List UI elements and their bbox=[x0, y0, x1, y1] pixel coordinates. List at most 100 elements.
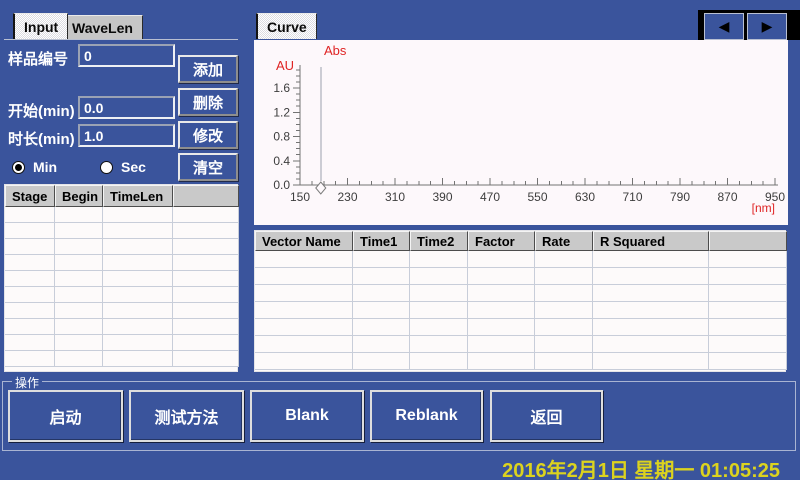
table-cell[interactable] bbox=[55, 335, 103, 351]
test-method-button[interactable]: 测试方法 bbox=[129, 390, 244, 442]
table-cell[interactable] bbox=[5, 239, 55, 255]
table-row[interactable] bbox=[5, 319, 237, 335]
table-cell[interactable] bbox=[410, 268, 468, 285]
table-cell[interactable] bbox=[103, 303, 173, 319]
begin-input[interactable] bbox=[78, 96, 175, 119]
table-cell[interactable] bbox=[593, 268, 709, 285]
table-cell[interactable] bbox=[593, 353, 709, 370]
table-cell[interactable] bbox=[353, 302, 410, 319]
table-cell[interactable] bbox=[5, 303, 55, 319]
table-cell[interactable] bbox=[593, 285, 709, 302]
table-cell[interactable] bbox=[353, 319, 410, 336]
table-cell[interactable] bbox=[410, 336, 468, 353]
table-cell[interactable] bbox=[103, 335, 173, 351]
table-cell[interactable] bbox=[103, 287, 173, 303]
table-cell[interactable] bbox=[55, 255, 103, 271]
table-cell[interactable] bbox=[55, 207, 103, 223]
tab-curve[interactable]: Curve bbox=[256, 13, 317, 39]
reblank-button[interactable]: Reblank bbox=[370, 390, 483, 442]
table-cell[interactable] bbox=[468, 319, 535, 336]
duration-input[interactable] bbox=[78, 124, 175, 147]
table-cell[interactable] bbox=[535, 268, 593, 285]
table-cell[interactable] bbox=[55, 319, 103, 335]
table-cell[interactable] bbox=[255, 268, 353, 285]
result-table[interactable]: Vector NameTime1Time2FactorRateR Squared bbox=[254, 230, 786, 372]
table-cell[interactable] bbox=[5, 335, 55, 351]
table-cell[interactable] bbox=[103, 255, 173, 271]
add-button[interactable]: 添加 bbox=[178, 55, 238, 83]
table-row[interactable] bbox=[5, 207, 237, 223]
table-cell[interactable] bbox=[103, 223, 173, 239]
table-cell[interactable] bbox=[535, 353, 593, 370]
table-cell[interactable] bbox=[593, 302, 709, 319]
table-cell[interactable] bbox=[55, 223, 103, 239]
table-cell[interactable] bbox=[593, 319, 709, 336]
modify-button[interactable]: 修改 bbox=[178, 121, 238, 149]
table-row[interactable] bbox=[5, 351, 237, 367]
table-cell[interactable] bbox=[410, 319, 468, 336]
table-cell[interactable] bbox=[353, 336, 410, 353]
sample-no-input[interactable] bbox=[78, 44, 175, 67]
table-cell[interactable] bbox=[5, 351, 55, 367]
delete-button[interactable]: 删除 bbox=[178, 88, 238, 116]
table-cell[interactable] bbox=[353, 251, 410, 268]
table-cell[interactable] bbox=[173, 319, 239, 335]
table-row[interactable] bbox=[255, 251, 785, 268]
tab-input[interactable]: Input bbox=[13, 13, 68, 39]
table-row[interactable] bbox=[5, 287, 237, 303]
column-header[interactable]: TimeLen bbox=[103, 185, 173, 207]
table-row[interactable] bbox=[255, 302, 785, 319]
table-cell[interactable] bbox=[255, 336, 353, 353]
table-cell[interactable] bbox=[468, 336, 535, 353]
table-cell[interactable] bbox=[103, 239, 173, 255]
table-cell[interactable] bbox=[535, 336, 593, 353]
radio-min-dot[interactable] bbox=[12, 161, 25, 174]
blank-button[interactable]: Blank bbox=[250, 390, 364, 442]
table-cell[interactable] bbox=[173, 239, 239, 255]
table-cell[interactable] bbox=[353, 268, 410, 285]
table-row[interactable] bbox=[5, 335, 237, 351]
table-cell[interactable] bbox=[410, 285, 468, 302]
table-cell[interactable] bbox=[255, 285, 353, 302]
table-cell[interactable] bbox=[173, 303, 239, 319]
table-cell[interactable] bbox=[353, 353, 410, 370]
table-cell[interactable] bbox=[255, 353, 353, 370]
table-cell[interactable] bbox=[255, 302, 353, 319]
table-row[interactable] bbox=[255, 353, 785, 370]
stage-table[interactable]: StageBeginTimeLen bbox=[4, 184, 238, 372]
table-cell[interactable] bbox=[468, 285, 535, 302]
table-cell[interactable] bbox=[709, 268, 787, 285]
table-cell[interactable] bbox=[410, 353, 468, 370]
table-cell[interactable] bbox=[173, 255, 239, 271]
table-cell[interactable] bbox=[709, 319, 787, 336]
table-cell[interactable] bbox=[255, 319, 353, 336]
table-cell[interactable] bbox=[173, 223, 239, 239]
table-cell[interactable] bbox=[468, 268, 535, 285]
table-cell[interactable] bbox=[5, 223, 55, 239]
table-cell[interactable] bbox=[468, 353, 535, 370]
table-cell[interactable] bbox=[255, 251, 353, 268]
table-cell[interactable] bbox=[410, 302, 468, 319]
table-row[interactable] bbox=[255, 268, 785, 285]
table-cell[interactable] bbox=[709, 353, 787, 370]
radio-sec[interactable]: Sec bbox=[100, 159, 146, 175]
table-cell[interactable] bbox=[709, 251, 787, 268]
table-cell[interactable] bbox=[709, 302, 787, 319]
column-header[interactable]: Vector Name bbox=[255, 231, 353, 251]
table-cell[interactable] bbox=[535, 302, 593, 319]
table-row[interactable] bbox=[255, 285, 785, 302]
table-cell[interactable] bbox=[55, 271, 103, 287]
table-cell[interactable] bbox=[55, 287, 103, 303]
table-row[interactable] bbox=[5, 223, 237, 239]
table-cell[interactable] bbox=[55, 351, 103, 367]
table-cell[interactable] bbox=[709, 336, 787, 353]
table-cell[interactable] bbox=[173, 287, 239, 303]
table-cell[interactable] bbox=[593, 336, 709, 353]
column-header[interactable]: Time1 bbox=[353, 231, 410, 251]
table-row[interactable] bbox=[5, 239, 237, 255]
clear-button[interactable]: 清空 bbox=[178, 153, 238, 181]
table-row[interactable] bbox=[5, 255, 237, 271]
next-button[interactable]: ▶ bbox=[747, 13, 787, 40]
table-cell[interactable] bbox=[103, 207, 173, 223]
table-cell[interactable] bbox=[353, 285, 410, 302]
